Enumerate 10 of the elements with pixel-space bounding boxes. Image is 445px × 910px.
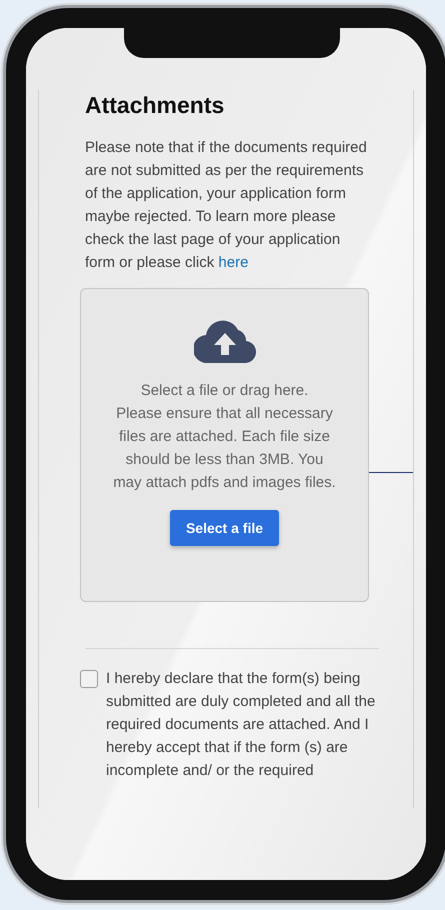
select-file-button[interactable]: Select a file <box>170 510 280 546</box>
declaration-checkbox[interactable] <box>80 670 98 688</box>
cloud-upload-icon <box>194 319 256 363</box>
upload-instruction: Select a file or drag here. <box>140 381 308 401</box>
file-drop-zone[interactable]: Select a file or drag here. Please ensure that all necessary files are attached. Each file size should be less than 3MB. You may attach pdfs and images files. Select a file <box>80 288 369 602</box>
declaration-text: I hereby declare that the form(s) being submitted are duly completed and all the required documents are attached. And I hereby accept that if the form (s) are incomplete and/ or the required <box>106 669 376 781</box>
section-title: Attachments <box>85 91 226 120</box>
upload-requirements: Please ensure that all necessary files are attached. Each file size should be less than 3MB. You may attach pdfs and images files. <box>112 404 337 493</box>
notice-paragraph: Please note that if the documents required are not submitted as per the requirements of the application, your application form maybe rejected. To learn more please check the last page of your application form or please click here <box>85 138 367 273</box>
here-link[interactable]: here <box>218 254 248 271</box>
